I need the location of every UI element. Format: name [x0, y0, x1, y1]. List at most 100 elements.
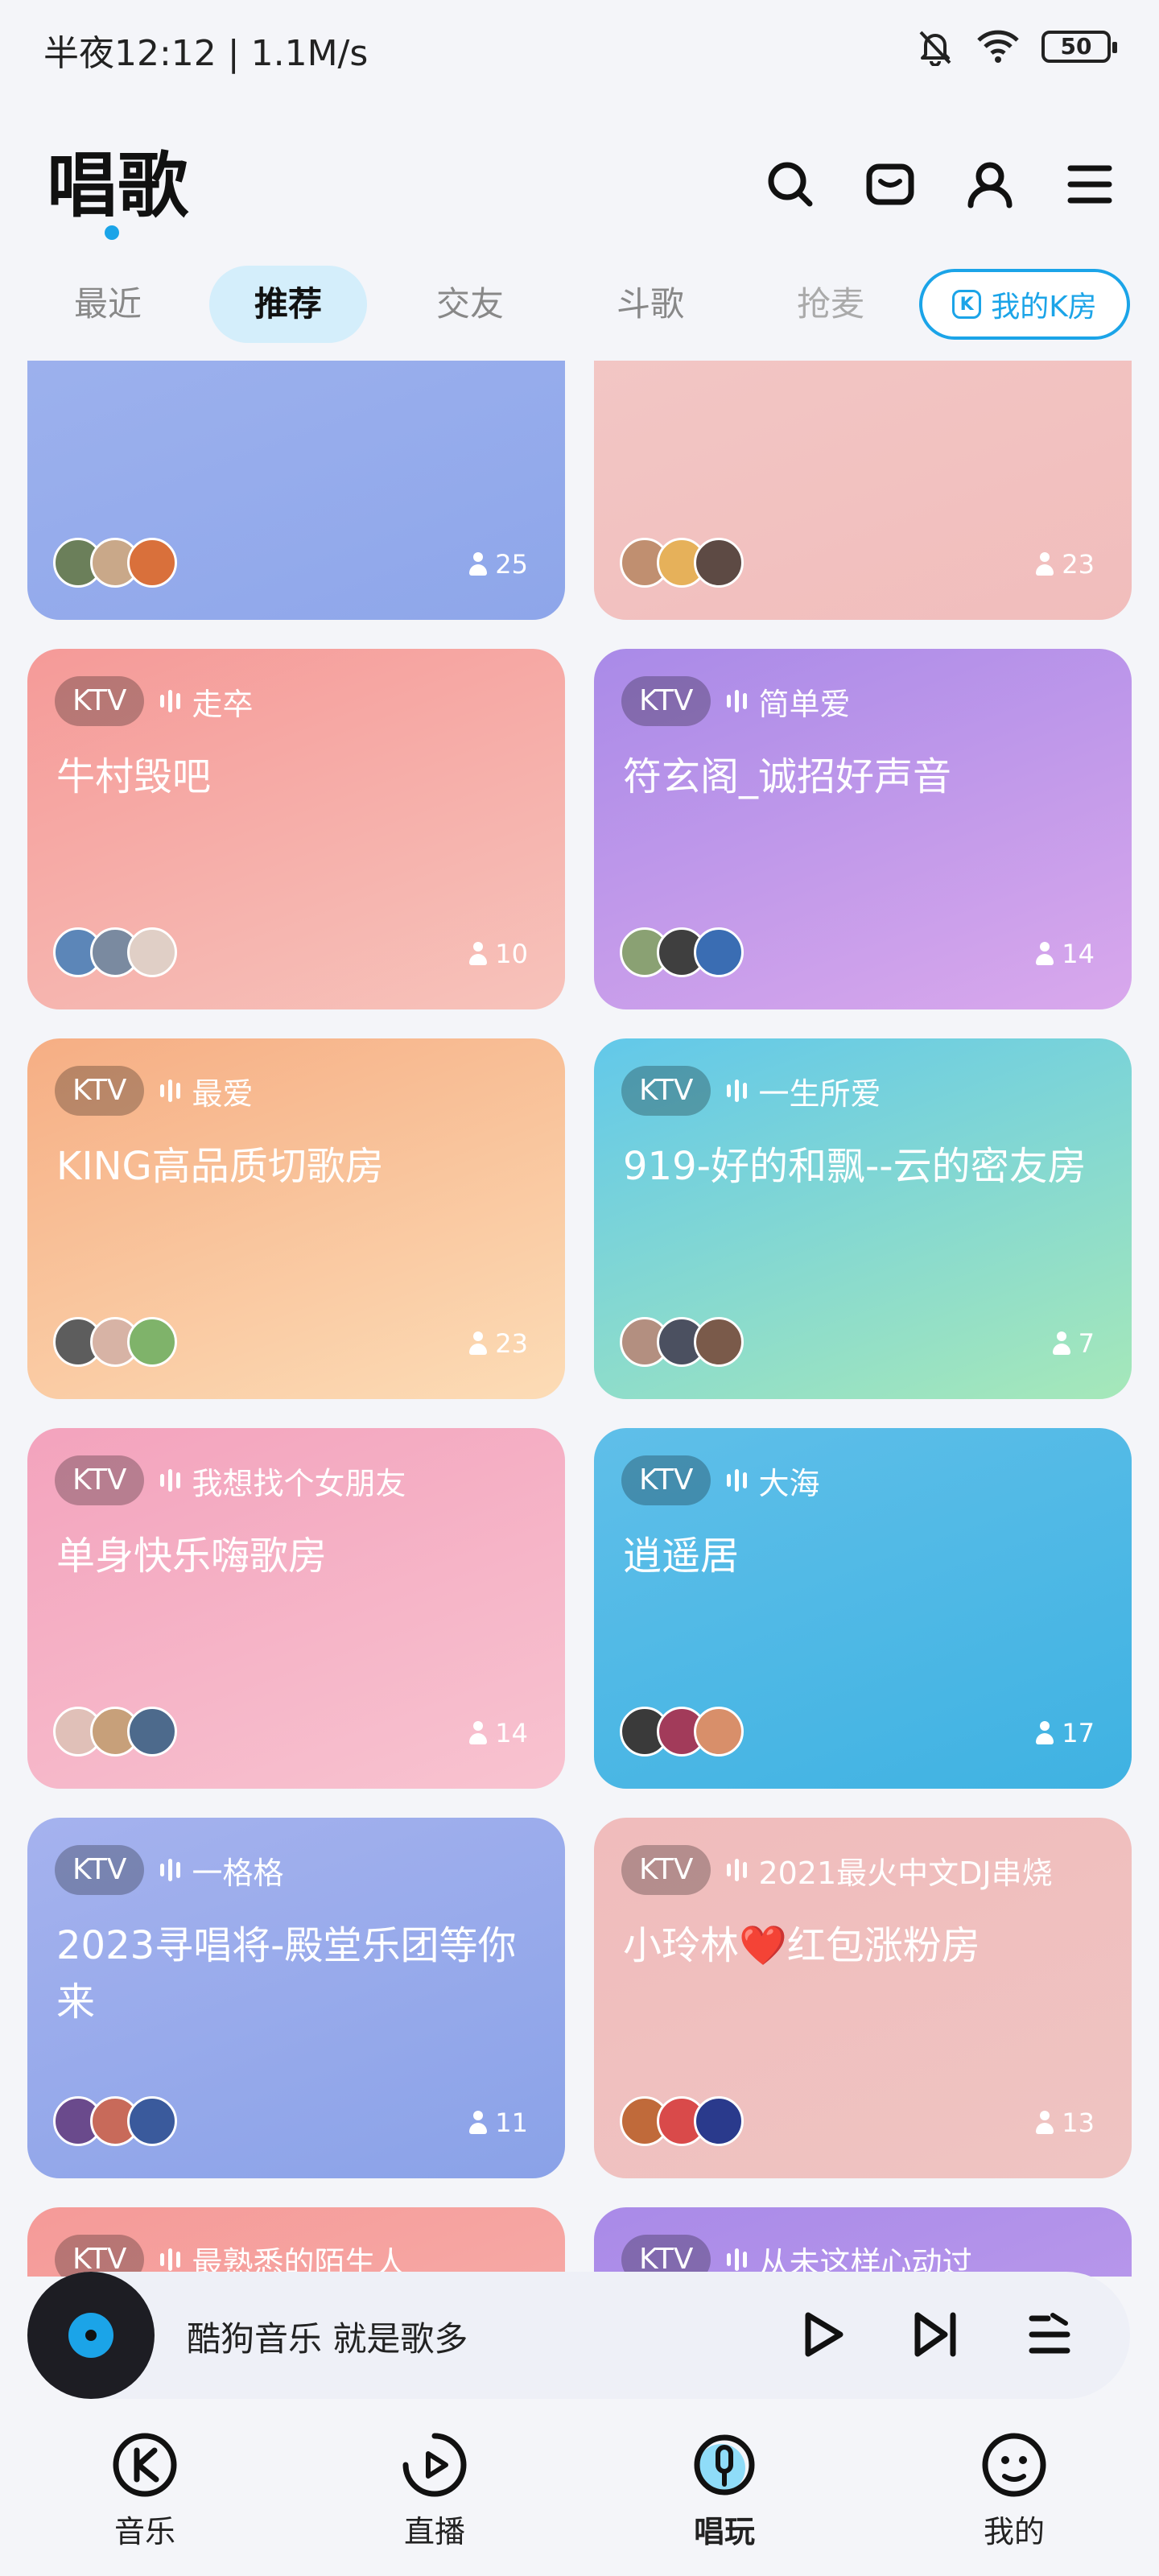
member-avatars: [53, 2096, 177, 2146]
room-grid-scroll[interactable]: 25 23 KTV 走卒 牛村毁吧 10 KTV 简单爱 符玄阁_诚招好声音 1…: [0, 361, 1159, 2277]
member-avatars: [53, 927, 177, 977]
room-card[interactable]: KTV 从未这样心动过 我们是一家人: [594, 2207, 1132, 2277]
avatar: [127, 1707, 177, 1757]
header-actions: [763, 157, 1117, 212]
tab-grab-mic[interactable]: 抢麦: [758, 266, 903, 343]
nav-me-label: 我的: [983, 2514, 1045, 2549]
current-song: 我想找个女朋友: [160, 1459, 406, 1503]
member-count-value: 17: [1062, 1718, 1095, 1748]
person-icon: [468, 552, 489, 576]
menu-button[interactable]: [1062, 157, 1117, 212]
room-card[interactable]: KTV 2021最火中文DJ串烧 小玲林❤️红包涨粉房 13: [594, 1818, 1132, 2178]
wifi-icon: [977, 30, 1019, 63]
search-button[interactable]: [763, 157, 818, 212]
room-card[interactable]: KTV 一格格 2023寻唱将-殿堂乐团等你来 11: [27, 1818, 565, 2178]
member-count: 14: [1034, 939, 1095, 969]
title-indicator-dot: [105, 225, 119, 240]
playlist-button[interactable]: [1017, 2302, 1082, 2367]
member-avatars: [620, 1707, 744, 1757]
room-badges: KTV 一生所爱: [621, 1066, 881, 1116]
member-avatars: [620, 927, 744, 977]
song-name: 走卒: [192, 686, 254, 722]
sound-wave-icon: [160, 1080, 181, 1102]
status-bar: 半夜12:12 | 1.1M/s 50: [0, 0, 1159, 97]
room-card[interactable]: 23: [594, 361, 1132, 620]
member-avatars: [53, 1317, 177, 1367]
avatar: [127, 927, 177, 977]
tab-battle[interactable]: 斗歌: [578, 266, 723, 343]
room-title: KING高品质切歌房: [56, 1144, 384, 1189]
music-k-icon: [113, 2433, 177, 2497]
member-count: 25: [468, 549, 528, 580]
member-count-value: 23: [495, 1328, 528, 1359]
room-title: 单身快乐嗨歌房: [56, 1534, 328, 1579]
member-avatars: [53, 538, 177, 588]
search-icon: [768, 162, 813, 207]
next-icon: [914, 2312, 956, 2357]
member-count-value: 14: [1062, 939, 1095, 969]
nav-me[interactable]: 我的: [869, 2431, 1159, 2576]
play-button[interactable]: [789, 2302, 853, 2367]
profile-button[interactable]: [963, 157, 1017, 212]
message-button[interactable]: [863, 157, 918, 212]
room-card[interactable]: KTV 最爱 KING高品质切歌房 23: [27, 1038, 565, 1399]
avatar: [694, 1317, 744, 1367]
room-card[interactable]: 25: [27, 361, 565, 620]
room-card[interactable]: KTV 走卒 牛村毁吧 10: [27, 649, 565, 1009]
current-song: 走卒: [160, 679, 253, 724]
room-card[interactable]: KTV 一生所爱 919-好的和飘--云的密友房 7: [594, 1038, 1132, 1399]
nav-music-label: 音乐: [113, 2514, 175, 2549]
tab-recommended[interactable]: 推荐: [209, 266, 367, 343]
person-icon: [1034, 942, 1055, 966]
sound-wave-icon: [160, 1469, 181, 1492]
nav-sing[interactable]: 唱玩: [580, 2431, 869, 2576]
album-disc-icon[interactable]: [27, 2272, 155, 2399]
avatar: [694, 927, 744, 977]
member-count: 17: [1034, 1718, 1095, 1748]
play-icon: [805, 2312, 843, 2357]
room-title: 牛村毁吧: [56, 754, 212, 799]
room-card[interactable]: KTV 大海 逍遥居 17: [594, 1428, 1132, 1789]
next-button[interactable]: [903, 2302, 967, 2367]
live-icon: [402, 2433, 467, 2497]
current-song: 简单爱: [727, 679, 850, 724]
person-icon: [1051, 1331, 1072, 1356]
ktv-tag: KTV: [621, 676, 711, 726]
my-k-room-button[interactable]: K 我的K房: [919, 269, 1130, 340]
nav-live[interactable]: 直播: [290, 2431, 580, 2576]
message-icon: [866, 163, 914, 205]
member-count-value: 10: [495, 939, 528, 969]
sound-wave-icon: [160, 1859, 181, 1881]
mini-player[interactable]: 酷狗音乐 就是歌多: [27, 2272, 1130, 2399]
ktv-tag: KTV: [55, 1455, 145, 1505]
song-name: 简单爱: [758, 686, 851, 722]
room-badges: KTV 简单爱: [621, 676, 850, 726]
song-name: 我想找个女朋友: [192, 1465, 406, 1501]
ktv-tag: KTV: [55, 2235, 145, 2277]
battery-icon: 50: [1041, 31, 1117, 63]
k-room-icon: K: [952, 290, 982, 319]
tab-social[interactable]: 交友: [398, 266, 542, 343]
room-card[interactable]: KTV 最熟悉的陌生人 潮汕听歌站: [27, 2207, 565, 2277]
avatar: [127, 2096, 177, 2146]
member-count: 23: [468, 1328, 528, 1359]
ktv-tag: KTV: [621, 1845, 711, 1895]
song-name: 大海: [758, 1465, 820, 1501]
member-count-value: 25: [495, 549, 528, 580]
song-name: 最爱: [192, 1075, 254, 1112]
room-card[interactable]: KTV 简单爱 符玄阁_诚招好声音 14: [594, 649, 1132, 1009]
member-count-value: 14: [495, 1718, 528, 1748]
room-grid: 25 23 KTV 走卒 牛村毁吧 10 KTV 简单爱 符玄阁_诚招好声音 1…: [27, 361, 1132, 2277]
avatar: [694, 2096, 744, 2146]
member-avatars: [620, 538, 744, 588]
tab-recent[interactable]: 最近: [35, 266, 180, 343]
member-count-value: 23: [1062, 549, 1095, 580]
profile-icon: [967, 162, 1013, 208]
person-icon: [1034, 552, 1055, 576]
person-icon: [468, 942, 489, 966]
member-count: 13: [1034, 2107, 1095, 2138]
avatar: [694, 538, 744, 588]
nav-music[interactable]: 音乐: [0, 2431, 290, 2576]
room-title: 符玄阁_诚招好声音: [623, 754, 952, 799]
room-card[interactable]: KTV 我想找个女朋友 单身快乐嗨歌房 14: [27, 1428, 565, 1789]
